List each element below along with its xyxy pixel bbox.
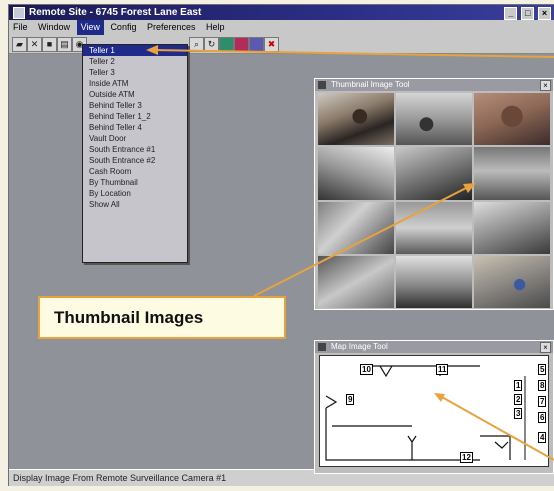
print-icon[interactable]: ▤ — [57, 37, 72, 52]
close-button[interactable]: × — [538, 7, 551, 20]
map-room-marker[interactable]: 3 — [514, 408, 523, 419]
thumbnail-image[interactable] — [396, 147, 472, 200]
menu-item-by-thumbnail[interactable]: By Thumbnail — [83, 177, 187, 188]
thumbnail-image[interactable] — [318, 255, 394, 308]
map-room-marker[interactable]: 12 — [460, 452, 473, 463]
thumbnail-panel-close-button[interactable]: × — [540, 80, 551, 91]
thumbnail-image[interactable] — [396, 201, 472, 254]
menu-item-south-entrance-1[interactable]: South Entrance #1 — [83, 144, 187, 155]
menu-item-teller-2[interactable]: Teller 2 — [83, 56, 187, 67]
map-room-marker[interactable]: 11 — [436, 364, 449, 375]
menu-item-teller-1[interactable]: Teller 1 — [83, 45, 187, 56]
menu-item-teller-3[interactable]: Teller 3 — [83, 67, 187, 78]
menu-item-outside-atm[interactable]: Outside ATM — [83, 89, 187, 100]
map-icon — [318, 343, 326, 351]
map-room-marker[interactable]: 5 — [538, 364, 547, 375]
thumbnail-panel: Thumbnail Image Tool × — [314, 78, 554, 310]
menu-file[interactable]: File — [9, 20, 32, 35]
thumbnail-image[interactable] — [474, 255, 550, 308]
map-panel: Map Image Tool × 10 11 9 5 8 7 6 1 2 3 4… — [314, 340, 554, 474]
page-background: Remote Site - 6745 Forest Lane East _ □ … — [0, 0, 554, 491]
menu-item-behind-teller-4[interactable]: Behind Teller 4 — [83, 122, 187, 133]
status-text: Display Image From Remote Surveillance C… — [13, 473, 227, 483]
menu-item-vault-door[interactable]: Vault Door — [83, 133, 187, 144]
map-room-marker[interactable]: 9 — [346, 394, 355, 405]
map-panel-title: Map Image Tool — [331, 342, 388, 351]
menu-item-behind-teller-3[interactable]: Behind Teller 3 — [83, 100, 187, 111]
app-icon — [13, 7, 25, 19]
record-icon[interactable] — [234, 37, 249, 52]
thumbnail-panel-title: Thumbnail Image Tool — [331, 80, 410, 89]
map-panel-close-button[interactable]: × — [540, 342, 551, 353]
map-panel-titlebar: Map Image Tool × — [315, 341, 553, 353]
open-folder-icon[interactable]: ▰ — [12, 37, 27, 52]
menu-preferences[interactable]: Preferences — [143, 20, 200, 35]
map-room-marker[interactable]: 2 — [514, 394, 523, 405]
thumbnail-image[interactable] — [474, 93, 550, 146]
grid-icon[interactable] — [249, 37, 264, 52]
camera-icon — [318, 81, 326, 89]
menu-bar: File Window View Config Preferences Help — [9, 20, 554, 35]
delete-icon[interactable]: ✕ — [27, 37, 42, 52]
menu-item-inside-atm[interactable]: Inside ATM — [83, 78, 187, 89]
floor-plan: 10 11 9 5 8 7 6 1 2 3 4 12 — [319, 355, 549, 467]
menu-config[interactable]: Config — [106, 20, 140, 35]
menu-window[interactable]: Window — [34, 20, 74, 35]
map-room-marker[interactable]: 8 — [538, 380, 547, 391]
window-controls: _ □ × — [503, 6, 551, 21]
minimize-button[interactable]: _ — [504, 7, 518, 20]
zoom-icon[interactable]: ⌕ — [189, 37, 204, 52]
maximize-button[interactable]: □ — [521, 7, 535, 20]
map-room-marker[interactable]: 4 — [538, 432, 547, 443]
thumbnail-image[interactable] — [318, 201, 394, 254]
thumbnail-image[interactable] — [396, 255, 472, 308]
callout-label: Thumbnail Images — [54, 308, 204, 327]
thumbnail-image[interactable] — [318, 93, 394, 146]
window-title: Remote Site - 6745 Forest Lane East — [29, 7, 202, 18]
view-menu-dropdown: Teller 1 Teller 2 Teller 3 Inside ATM Ou… — [82, 44, 188, 263]
menu-item-by-location[interactable]: By Location — [83, 188, 187, 199]
thumbnail-image[interactable] — [396, 93, 472, 146]
menu-item-show-all[interactable]: Show All — [83, 199, 187, 210]
thumbnail-image[interactable] — [474, 201, 550, 254]
thumbnail-panel-titlebar: Thumbnail Image Tool × — [315, 79, 553, 91]
menu-item-cash-room[interactable]: Cash Room — [83, 166, 187, 177]
menu-item-south-entrance-2[interactable]: South Entrance #2 — [83, 155, 187, 166]
map-room-marker[interactable]: 10 — [360, 364, 373, 375]
thumbnail-image[interactable] — [318, 147, 394, 200]
map-room-marker[interactable]: 7 — [538, 396, 547, 407]
map-room-marker[interactable]: 1 — [514, 380, 523, 391]
menu-help[interactable]: Help — [202, 20, 229, 35]
menu-item-behind-teller-1-2[interactable]: Behind Teller 1_2 — [83, 111, 187, 122]
menu-view[interactable]: View — [76, 20, 104, 35]
thumbnail-image[interactable] — [474, 147, 550, 200]
map-icon[interactable] — [219, 37, 234, 52]
save-icon[interactable]: ■ — [42, 37, 57, 52]
title-bar: Remote Site - 6745 Forest Lane East _ □ … — [9, 5, 554, 20]
thumbnail-images-callout: Thumbnail Images — [38, 296, 286, 339]
map-room-marker[interactable]: 6 — [538, 412, 547, 423]
stop-icon[interactable]: ✖ — [264, 37, 279, 52]
refresh-icon[interactable]: ↻ — [204, 37, 219, 52]
thumbnail-grid — [318, 93, 550, 308]
